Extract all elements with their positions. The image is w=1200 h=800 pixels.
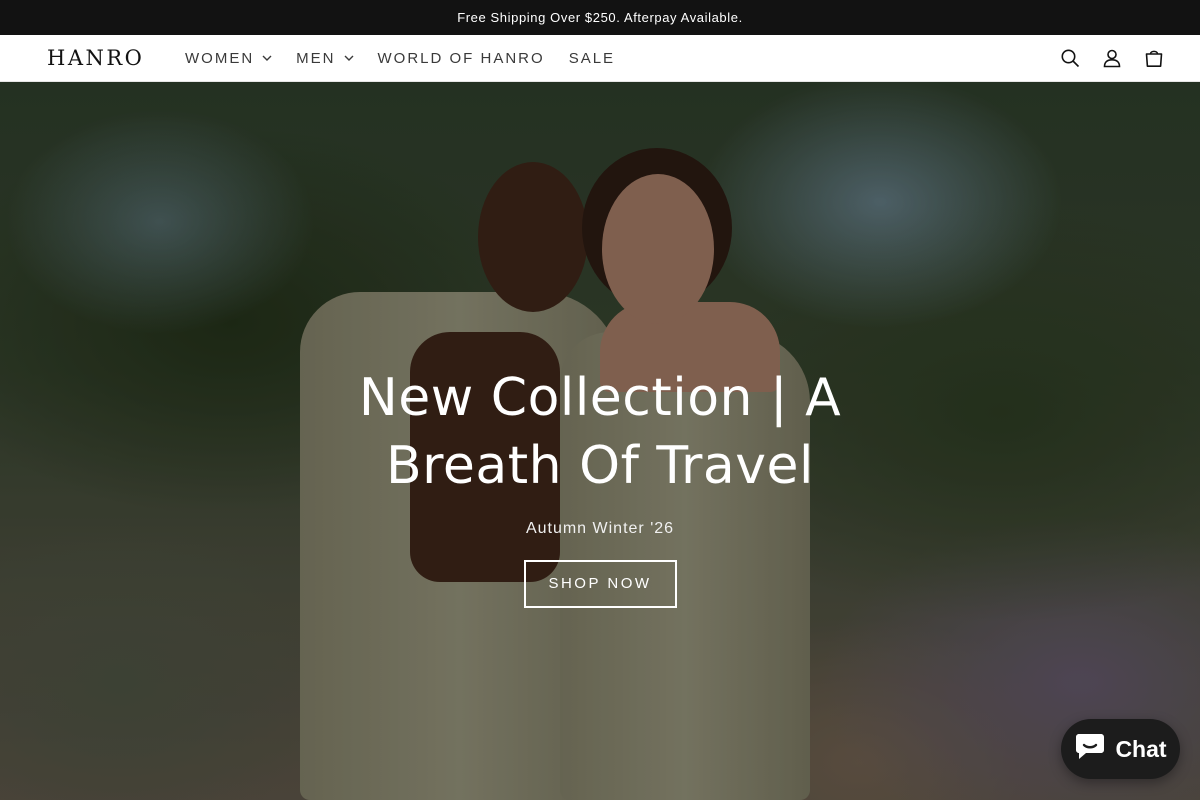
main-nav: WOMEN MEN WORLD OF HANRO SALE [173, 35, 627, 81]
logo[interactable]: HANRO [47, 45, 144, 71]
shop-now-button[interactable]: SHOP NOW [523, 560, 677, 608]
cart-icon[interactable] [1144, 48, 1164, 68]
hero-title: New Collection | A Breath Of Travel [358, 368, 842, 496]
nav-label-women: WOMEN [185, 49, 255, 67]
nav-item-world-of-hanro[interactable]: WORLD OF HANRO [366, 35, 557, 81]
nav-label-men: MEN [296, 49, 336, 67]
chat-button[interactable]: Chat [1061, 719, 1180, 779]
site-header: HANRO WOMEN MEN WORLD OF HANRO SALE [0, 35, 1200, 82]
header-icons [1060, 35, 1164, 81]
account-icon[interactable] [1102, 48, 1122, 68]
hero-subtitle: Autumn Winter '26 [525, 520, 675, 537]
nav-label-world-of-hanro: WORLD OF HANRO [377, 49, 545, 67]
hero-banner[interactable]: New Collection | A Breath Of Travel Autu… [0, 82, 1200, 800]
chat-bubble-icon [1074, 731, 1106, 767]
chevron-down-icon [344, 53, 354, 63]
nav-label-sale: SALE [568, 49, 616, 67]
nav-item-sale[interactable]: SALE [557, 35, 627, 81]
hero-content: New Collection | A Breath Of Travel Autu… [300, 364, 900, 608]
nav-item-women[interactable]: WOMEN [173, 35, 284, 81]
announcement-text: Free Shipping Over $250. Afterpay Availa… [457, 10, 743, 25]
chat-label: Chat [1115, 735, 1167, 762]
chevron-down-icon [262, 53, 272, 63]
search-icon[interactable] [1060, 48, 1080, 68]
nav-item-men[interactable]: MEN [284, 35, 365, 81]
announcement-bar: Free Shipping Over $250. Afterpay Availa… [0, 0, 1200, 35]
